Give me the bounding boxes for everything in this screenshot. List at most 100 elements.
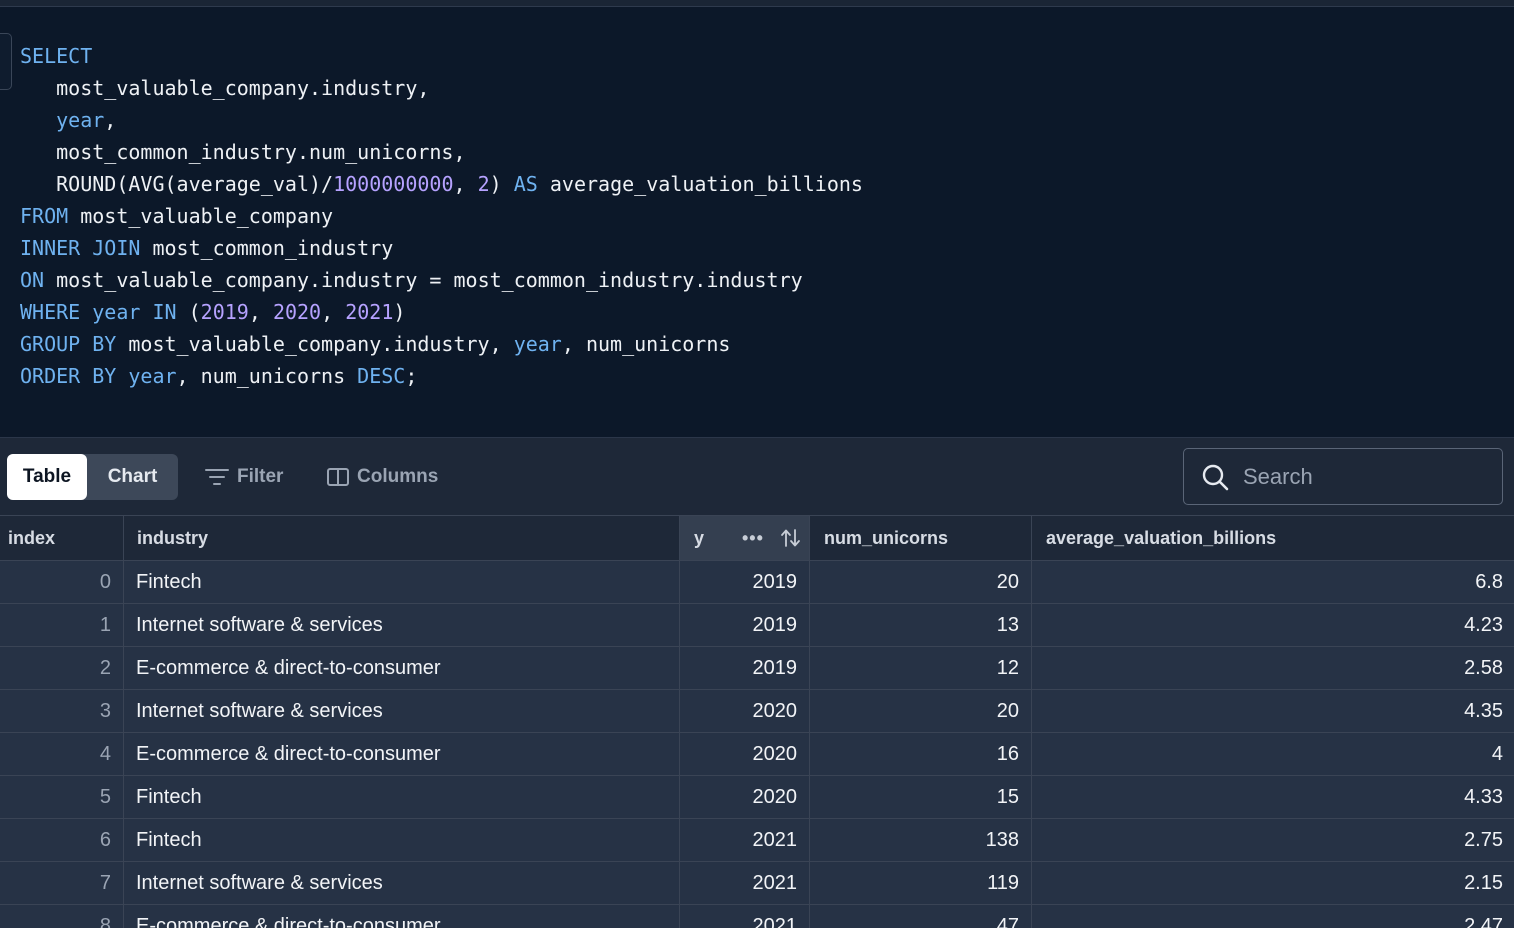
table-row[interactable]: 2 E-commerce & direct-to-consumer 2019 12 2.… [0,647,1514,690]
cell-num-unicorns: 20 [810,690,1032,732]
code-line: most_common_industry.num_unicorns, [20,136,863,168]
table-row[interactable]: 3 Internet software & services 2020 20 4.35 [0,690,1514,733]
cell-index: 1 [0,604,124,646]
cell-average-valuation: 4 [1491,742,1503,765]
chart-view-button[interactable]: Chart [87,454,178,500]
cell-num-unicorns: 47 [810,905,1032,928]
sql-number: 2020 [272,300,322,324]
cell-industry: Internet software & services [124,690,680,732]
result-table: index industry y ••• num_unicorns averag… [0,516,1514,928]
code-line: FROM most_valuable_company [20,200,863,232]
cell-year: 2020 [680,776,810,818]
cell-industry: E-commerce & direct-to-consumer [124,647,680,689]
editor-gutter-marker [0,33,12,90]
cell-year: 2021 [680,819,810,861]
table-row[interactable]: 4 E-commerce & direct-to-consumer 2020 16 4 [0,733,1514,776]
cell-year: 2019 [680,604,810,646]
sql-text: most_valuable_company.industry = most_co… [44,268,803,292]
result-toolbar: Table Chart Filter Columns [0,438,1514,516]
sql-text: ; [405,364,418,388]
sql-keyword: year [513,332,562,356]
sql-keyword: SELECT [20,44,93,68]
view-toggle: Table Chart [7,454,178,500]
sql-text: , [321,300,346,324]
sql-text: most_common_industry.num_unicorns, [20,140,466,164]
sql-keyword: AS [513,172,538,196]
table-row[interactable]: 7 Internet software & services 2021 119 2.15 [0,862,1514,905]
cell-average-valuation: 6.8 [1475,570,1503,593]
column-header-industry[interactable]: industry [124,516,680,560]
sql-keyword: FROM [20,204,69,228]
column-header-year[interactable]: y ••• [680,516,810,560]
cell-industry: Internet software & services [124,862,680,904]
table-header-row: index industry y ••• num_unicorns averag… [0,516,1514,561]
sql-keyword: IN [152,300,177,324]
sql-keyword: WHERE [20,300,81,324]
sql-keyword: year [56,108,105,132]
cell-index: 4 [0,733,124,775]
sql-text: , num_unicorns [176,364,358,388]
sort-arrows-icon[interactable] [780,527,802,549]
table-row[interactable]: 1 Internet software & services 2019 13 4.23 [0,604,1514,647]
filter-label: Filter [237,466,284,487]
column-header-year-label: y [694,527,705,548]
cell-index: 2 [0,647,124,689]
columns-icon [327,468,349,486]
filter-lines-icon [205,469,229,485]
columns-button[interactable]: Columns [327,454,438,500]
cell-average-valuation: 2.58 [1464,656,1503,679]
code-line: most_valuable_company.industry, [20,72,863,104]
sql-keyword: ON [20,268,45,292]
sql-keyword: DESC [357,364,406,388]
table-row[interactable]: 6 Fintech 2021 138 2.75 [0,819,1514,862]
code-line: GROUP BY most_valuable_company.industry,… [20,328,863,360]
cell-industry: E-commerce & direct-to-consumer [124,905,680,928]
sql-number: 2021 [345,300,394,324]
table-row[interactable]: 5 Fintech 2020 15 4.33 [0,776,1514,819]
cell-index: 7 [0,862,124,904]
cell-average-valuation: 2.15 [1464,871,1503,894]
cell-index: 0 [0,561,124,603]
sql-text: most_valuable_company.industry, [116,332,514,356]
table-row[interactable]: 8 E-commerce & direct-to-consumer 2021 47 2.… [0,905,1514,928]
code-line: INNER JOIN most_common_industry [20,232,863,264]
cell-num-unicorns: 138 [810,819,1032,861]
sql-keyword: GROUP BY [20,332,117,356]
code-line: ON most_valuable_company.industry = most… [20,264,863,296]
column-header-index[interactable]: index [0,516,124,560]
sql-text: most_valuable_company [68,204,334,228]
sql-keyword: year [128,364,177,388]
sql-editor[interactable]: SELECT most_valuable_company.industry, y… [0,0,1514,438]
filter-button[interactable]: Filter [205,454,283,500]
table-view-button[interactable]: Table [7,454,87,500]
search-box[interactable] [1183,448,1503,505]
cell-average-valuation: 2.47 [1464,914,1503,928]
sql-code[interactable]: SELECT most_valuable_company.industry, y… [20,40,863,392]
search-icon [1202,464,1229,490]
table-row[interactable]: 0 Fintech 2019 20 6.8 [0,561,1514,604]
column-menu-icon[interactable]: ••• [742,528,764,549]
sql-keyword: INNER JOIN [20,236,141,260]
cell-num-unicorns: 119 [810,862,1032,904]
cell-industry: Internet software & services [124,604,680,646]
column-header-num-unicorns[interactable]: num_unicorns [810,516,1032,560]
sql-keyword: ORDER BY [20,364,117,388]
sql-text: ( [176,300,201,324]
search-input[interactable] [1243,463,1473,490]
cell-index: 6 [0,819,124,861]
cell-industry: Fintech [124,561,680,603]
cell-index: 8 [0,905,124,928]
cell-num-unicorns: 16 [810,733,1032,775]
sql-text: most_valuable_company.industry, [20,76,430,100]
code-line: year, [20,104,863,136]
cell-index: 3 [0,690,124,732]
sql-text: ) [393,300,406,324]
cell-num-unicorns: 15 [810,776,1032,818]
table-body: 0 Fintech 2019 20 6.8 1 Internet software & se… [0,561,1514,928]
sql-keyword: year [92,300,141,324]
column-header-average-valuation[interactable]: average_valuation_billions [1032,516,1514,560]
cell-average-valuation: 4.35 [1464,699,1503,722]
